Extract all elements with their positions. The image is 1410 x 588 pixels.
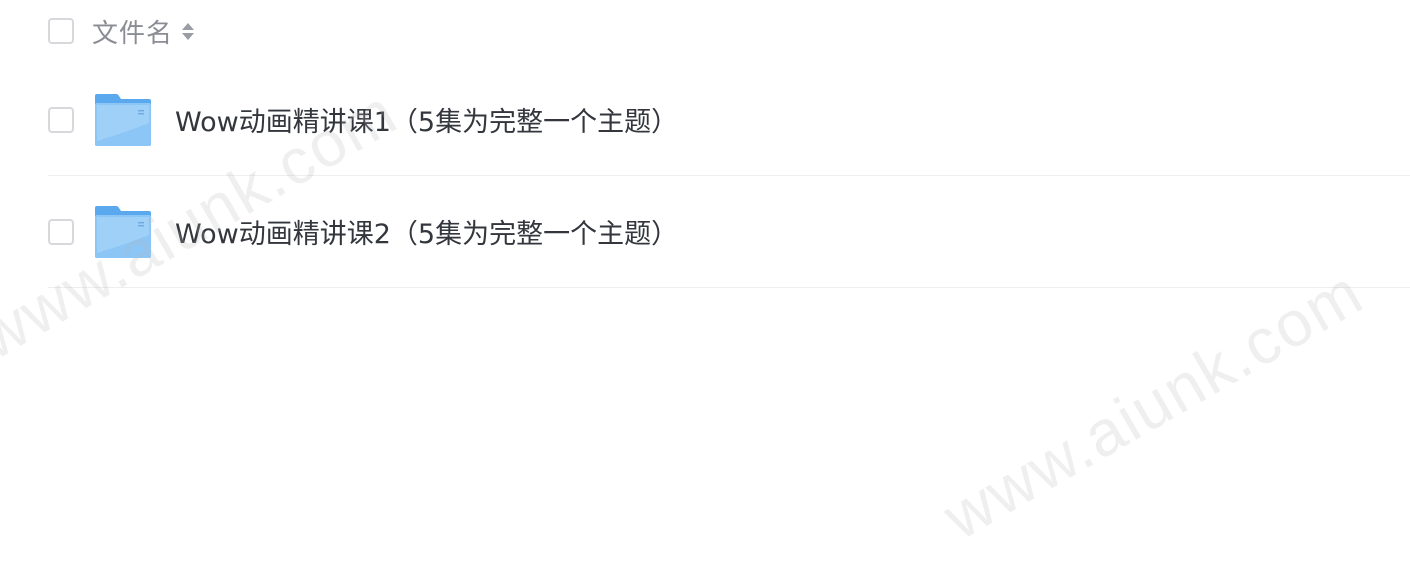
folder-icon (95, 93, 151, 146)
sort-up-arrow-icon (182, 22, 195, 30)
list-header: 文件名 (48, 0, 1410, 62)
select-all-checkbox[interactable] (48, 18, 74, 44)
watermark-text: www.aiunk.com (931, 255, 1376, 554)
sort-down-arrow-icon (182, 32, 195, 40)
file-name[interactable]: Wow动画精讲课2（5集为完整一个主题） (175, 212, 678, 251)
filename-column-header[interactable]: 文件名 (92, 13, 173, 50)
row-checkbox[interactable] (48, 106, 74, 133)
file-list: Wow动画精讲课1（5集为完整一个主题） Wow动画精讲课2（5集为完整一个主题… (48, 64, 1410, 288)
folder-icon (95, 205, 151, 258)
file-name[interactable]: Wow动画精讲课1（5集为完整一个主题） (175, 100, 678, 139)
sort-icon[interactable] (181, 18, 195, 44)
file-row[interactable]: Wow动画精讲课1（5集为完整一个主题） (48, 64, 1410, 176)
row-checkbox[interactable] (48, 218, 74, 245)
file-list-page: 文件名 Wow动画精讲课1（5集为完整一个主题） Wow动画精讲课2（5集为完整… (0, 0, 1410, 588)
file-row[interactable]: Wow动画精讲课2（5集为完整一个主题） (48, 176, 1410, 288)
